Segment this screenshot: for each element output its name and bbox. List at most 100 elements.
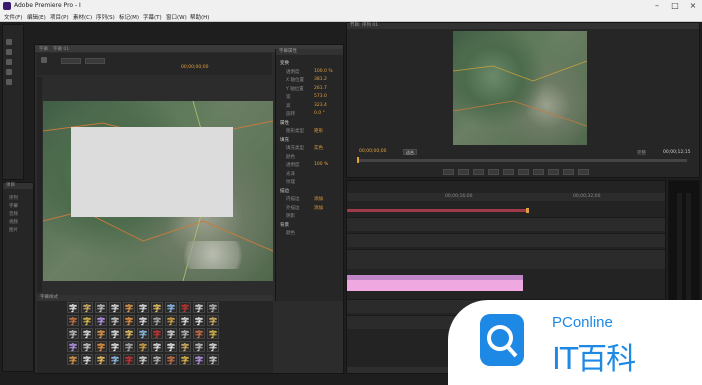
program-scrub-bar[interactable] bbox=[357, 159, 687, 162]
goto-out-button[interactable] bbox=[533, 169, 544, 175]
title-style-swatch[interactable]: 字 bbox=[123, 328, 135, 339]
title-style-swatch[interactable]: 字 bbox=[109, 315, 121, 326]
title-style-swatch[interactable]: 字 bbox=[109, 341, 121, 352]
overwrite-button[interactable] bbox=[563, 169, 574, 175]
title-clip-body[interactable] bbox=[347, 280, 523, 291]
prop-section[interactable]: 描边 bbox=[280, 187, 342, 195]
prop-row[interactable]: 阴影 bbox=[280, 212, 342, 220]
goto-in-button[interactable] bbox=[473, 169, 484, 175]
title-style-swatch[interactable]: 字 bbox=[207, 354, 219, 365]
title-style-swatch[interactable]: 字 bbox=[109, 328, 121, 339]
title-style-swatch[interactable]: 字 bbox=[81, 315, 93, 326]
font-style-select[interactable] bbox=[85, 58, 105, 64]
prop-row[interactable]: 透明度 100 % bbox=[280, 161, 342, 169]
minimize-icon[interactable]: – bbox=[648, 0, 666, 12]
menu-help[interactable]: 帮助(H) bbox=[190, 13, 209, 21]
title-style-swatch[interactable]: 字 bbox=[67, 302, 79, 313]
title-style-swatch[interactable]: 字 bbox=[137, 354, 149, 365]
title-style-swatch[interactable]: 字 bbox=[179, 315, 191, 326]
title-style-swatch[interactable]: 字 bbox=[165, 302, 177, 313]
playhead[interactable] bbox=[357, 157, 359, 163]
title-style-swatch[interactable]: 字 bbox=[123, 315, 135, 326]
titler-tab[interactable]: 字幕 bbox=[39, 46, 48, 52]
menu-title[interactable]: 字幕(T) bbox=[143, 13, 162, 21]
white-rectangle-shape[interactable] bbox=[71, 127, 233, 217]
title-style-swatch[interactable]: 字 bbox=[207, 328, 219, 339]
title-style-swatch[interactable]: 字 bbox=[207, 341, 219, 352]
tool-icon[interactable] bbox=[6, 39, 12, 45]
prop-value[interactable]: 573.0 bbox=[314, 94, 327, 99]
prop-value[interactable]: 0.0 ° bbox=[314, 111, 325, 116]
title-style-swatch[interactable]: 字 bbox=[81, 354, 93, 365]
title-style-swatch[interactable]: 字 bbox=[123, 354, 135, 365]
title-style-swatch[interactable]: 字 bbox=[193, 341, 205, 352]
title-style-swatch[interactable]: 字 bbox=[193, 302, 205, 313]
title-style-swatch[interactable]: 字 bbox=[193, 328, 205, 339]
project-item[interactable]: 图片 bbox=[9, 227, 18, 233]
timeline-ruler[interactable]: 00;00;16;00 00;00;32;00 bbox=[347, 193, 665, 201]
prop-row[interactable]: 图形类型 矩形 bbox=[280, 127, 342, 135]
menu-project[interactable]: 项目(P) bbox=[50, 13, 69, 21]
prop-value[interactable]: 381.2 bbox=[314, 77, 327, 82]
step-forward-button[interactable] bbox=[518, 169, 529, 175]
title-style-swatch[interactable]: 字 bbox=[81, 302, 93, 313]
prop-row[interactable]: Y 轴位置 261.7 bbox=[280, 85, 342, 93]
title-style-swatch[interactable]: 字 bbox=[151, 354, 163, 365]
prop-row[interactable]: 旋转 0.0 ° bbox=[280, 110, 342, 118]
prop-row[interactable]: 外描边 添加 bbox=[280, 204, 342, 212]
prop-value[interactable]: 100 % bbox=[314, 162, 328, 167]
step-back-button[interactable] bbox=[488, 169, 499, 175]
title-style-swatch[interactable]: 字 bbox=[81, 341, 93, 352]
title-style-swatch[interactable]: 字 bbox=[165, 328, 177, 339]
prop-row[interactable]: 宽 573.0 bbox=[280, 93, 342, 101]
maximize-icon[interactable]: □ bbox=[666, 0, 684, 12]
tool-icon[interactable] bbox=[6, 59, 12, 65]
menu-marker[interactable]: 标记(M) bbox=[119, 13, 139, 21]
prop-section[interactable]: 变换 bbox=[280, 59, 342, 67]
title-style-swatch[interactable]: 字 bbox=[179, 302, 191, 313]
prop-row[interactable]: 颜色 bbox=[280, 229, 342, 237]
title-style-swatch[interactable]: 字 bbox=[81, 328, 93, 339]
title-style-swatch[interactable]: 字 bbox=[151, 341, 163, 352]
prop-value[interactable]: 添加 bbox=[314, 196, 323, 202]
project-item[interactable]: 视频 bbox=[9, 219, 18, 225]
play-button[interactable] bbox=[503, 169, 514, 175]
work-area-end[interactable] bbox=[526, 208, 529, 213]
title-style-swatch[interactable]: 字 bbox=[207, 302, 219, 313]
title-style-swatch[interactable]: 字 bbox=[165, 341, 177, 352]
title-style-swatch[interactable]: 字 bbox=[67, 341, 79, 352]
title-styles-tab[interactable]: 字幕样式 bbox=[37, 295, 273, 301]
mark-out-button[interactable] bbox=[458, 169, 469, 175]
prop-value[interactable]: 矩形 bbox=[314, 128, 323, 134]
close-icon[interactable]: × bbox=[684, 0, 702, 12]
title-style-swatch[interactable]: 字 bbox=[137, 328, 149, 339]
title-style-swatch[interactable]: 字 bbox=[123, 341, 135, 352]
title-style-swatch[interactable]: 字 bbox=[137, 302, 149, 313]
prop-row[interactable]: X 轴位置 381.2 bbox=[280, 76, 342, 84]
work-area-bar[interactable] bbox=[347, 209, 527, 212]
project-item[interactable]: 音频 bbox=[9, 211, 18, 217]
title-style-swatch[interactable]: 字 bbox=[179, 341, 191, 352]
title-style-swatch[interactable]: 字 bbox=[67, 354, 79, 365]
prop-row[interactable]: 透明度 100.0 % bbox=[280, 68, 342, 76]
title-style-swatch[interactable]: 字 bbox=[207, 315, 219, 326]
program-timecode-left[interactable]: 00;00;00;00 bbox=[359, 149, 386, 154]
project-item[interactable]: 字幕 bbox=[9, 203, 18, 209]
title-style-swatch[interactable]: 字 bbox=[95, 315, 107, 326]
mark-in-button[interactable] bbox=[443, 169, 454, 175]
title-style-swatch[interactable]: 字 bbox=[109, 354, 121, 365]
title-style-swatch[interactable]: 字 bbox=[165, 354, 177, 365]
menu-window[interactable]: 窗口(W) bbox=[166, 13, 187, 21]
title-style-swatch[interactable]: 字 bbox=[193, 315, 205, 326]
resolution-select[interactable]: 完整 bbox=[637, 150, 646, 156]
prop-section[interactable]: 背景 bbox=[280, 221, 342, 229]
title-style-swatch[interactable]: 字 bbox=[137, 315, 149, 326]
text-tool-icon[interactable] bbox=[41, 57, 47, 63]
prop-value[interactable]: 100.0 % bbox=[314, 69, 333, 74]
title-style-swatch[interactable]: 字 bbox=[151, 315, 163, 326]
prop-row[interactable]: 光泽 bbox=[280, 170, 342, 178]
prop-section[interactable]: 属性 bbox=[280, 119, 342, 127]
title-style-swatch[interactable]: 字 bbox=[95, 341, 107, 352]
title-style-swatch[interactable]: 字 bbox=[67, 315, 79, 326]
title-properties-tab[interactable]: 字幕属性 bbox=[276, 49, 343, 55]
